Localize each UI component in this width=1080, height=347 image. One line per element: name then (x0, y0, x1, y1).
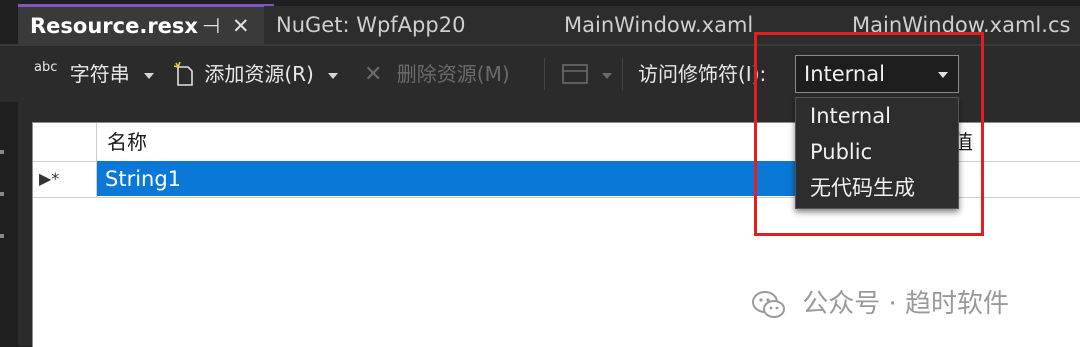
chevron-down-icon (144, 72, 155, 79)
tab-label: NuGet: WpfApp20 (276, 13, 466, 37)
toolbar-separator (544, 58, 545, 90)
remove-resource-button[interactable]: ✕ 删除资源(M) (364, 46, 510, 102)
watermark-text: 公众号 · 趋时软件 (802, 289, 1010, 319)
strings-label: 字符串 (69, 62, 130, 86)
left-edge-strip (0, 150, 6, 240)
add-resource-button[interactable]: 添加资源(R) (172, 46, 339, 102)
new-document-icon (173, 61, 193, 86)
new-row-marker: ▶* (39, 169, 60, 188)
abc-icon: abc (34, 60, 58, 75)
tab-nuget[interactable]: NuGet: WpfApp20 (264, 6, 560, 44)
delete-x-icon: ✕ (364, 62, 383, 87)
tab-resource-resx[interactable]: Resource.resx ⊣ ✕ (18, 4, 274, 47)
tab-label: MainWindow.xaml (564, 13, 754, 37)
view-mode-button[interactable] (562, 46, 613, 102)
edge-mark (0, 234, 4, 238)
selected-cell[interactable] (97, 161, 797, 196)
wechat-icon (752, 290, 785, 318)
watermark: 公众号 · 趋时软件 (752, 284, 1009, 324)
add-resource-label: 添加资源(R) (204, 62, 314, 86)
tab-label: Resource.resx (30, 14, 198, 38)
remove-resource-label: 删除资源(M) (396, 62, 510, 86)
resource-name-cell[interactable]: String1 (105, 161, 181, 197)
annotation-highlight-box (754, 32, 984, 236)
strings-category-button[interactable]: abc 字符串 (34, 46, 155, 102)
chevron-down-icon (602, 72, 613, 79)
edge-mark (0, 150, 4, 154)
edge-mark (0, 192, 4, 196)
chevron-down-icon (328, 72, 339, 79)
toolbar-separator (622, 58, 623, 90)
pin-icon[interactable]: ⊣ (202, 7, 220, 45)
grid-view-icon (562, 63, 588, 84)
column-header-name[interactable]: 名称 (107, 123, 147, 161)
access-modifier-label: 访问修饰符(I): (638, 62, 767, 86)
close-icon[interactable]: ✕ (232, 7, 250, 45)
